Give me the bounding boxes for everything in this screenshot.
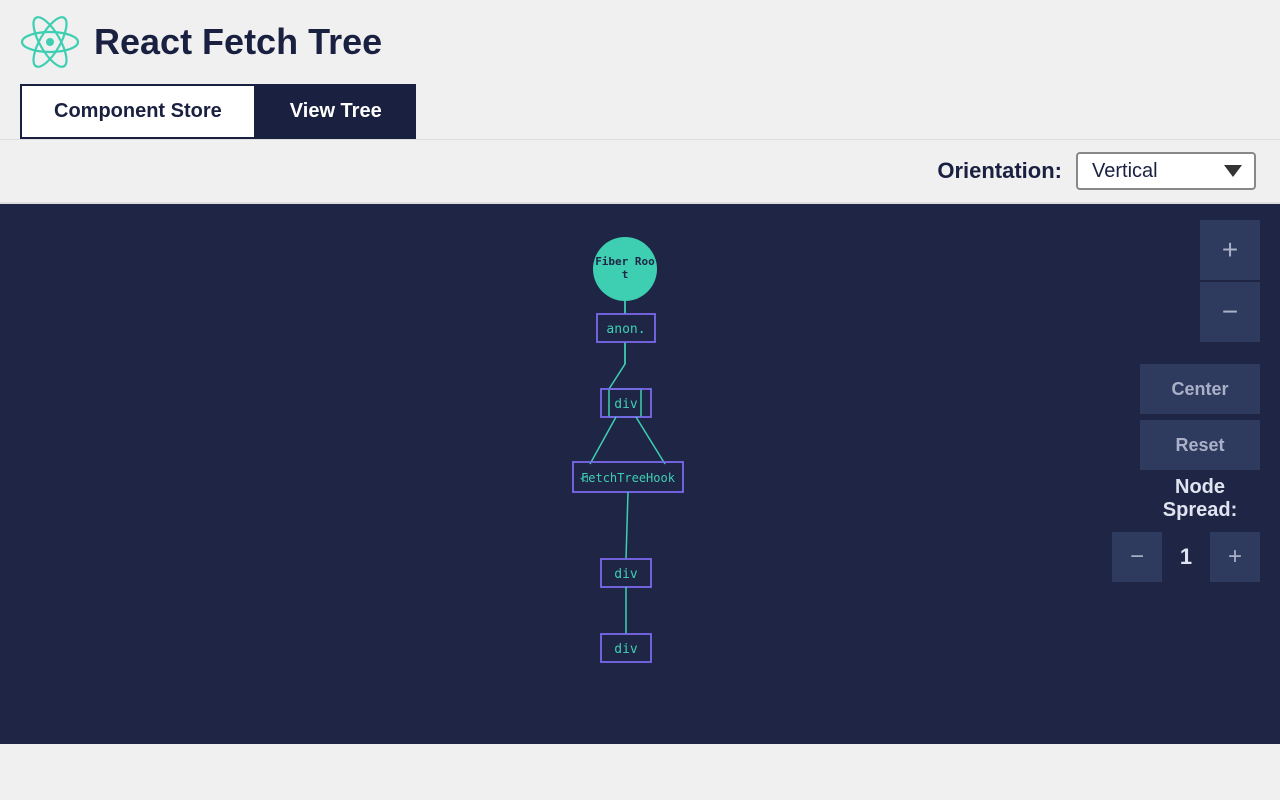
controls-panel: + − Center Reset Node Spread: − 1 +: [1112, 220, 1260, 582]
node-fiber-root-label-line2: t: [622, 268, 629, 281]
component-store-button[interactable]: Component Store: [20, 84, 256, 139]
spread-plus-button[interactable]: +: [1210, 532, 1260, 582]
orientation-select[interactable]: Vertical Horizontal: [1076, 152, 1256, 190]
reset-button[interactable]: Reset: [1140, 420, 1260, 470]
nav-row: Component Store View Tree: [20, 84, 1260, 139]
logo-row: React Fetch Tree: [20, 12, 1260, 72]
spread-minus-button[interactable]: −: [1112, 532, 1162, 582]
node-spread-label: Node Spread:: [1140, 476, 1260, 522]
spread-value: 1: [1166, 544, 1206, 570]
center-button[interactable]: Center: [1140, 364, 1260, 414]
node-fetchtreehook-arrow: ◁: [580, 471, 588, 486]
zoom-out-button[interactable]: −: [1200, 282, 1260, 342]
node-fiber-root-label-line1: Fiber Roo: [595, 255, 655, 268]
orientation-label: Orientation:: [937, 158, 1062, 184]
view-tree-button[interactable]: View Tree: [256, 84, 416, 139]
node-fetchtreehook-label: FetchTreeHook: [581, 471, 676, 485]
header: React Fetch Tree Component Store View Tr…: [0, 0, 1280, 140]
node-div3-label: div: [614, 642, 638, 657]
app-title: React Fetch Tree: [94, 21, 382, 63]
node-anon-label: anon.: [606, 322, 645, 337]
tree-visualization[interactable]: div FetchTreeHook ◁ div div Fiber Roo t …: [0, 204, 1280, 744]
spread-row: − 1 +: [1112, 532, 1260, 582]
zoom-group: + −: [1200, 220, 1260, 344]
react-logo-icon: [20, 12, 80, 72]
orientation-bar: Orientation: Vertical Horizontal: [0, 140, 1280, 204]
edge-fetch-div2: [626, 492, 628, 559]
node-div1-label: div: [614, 397, 638, 412]
tree-canvas: div FetchTreeHook ◁ div div Fiber Roo t …: [0, 204, 1280, 744]
zoom-in-button[interactable]: +: [1200, 220, 1260, 280]
node-div2-label: div: [614, 567, 638, 582]
